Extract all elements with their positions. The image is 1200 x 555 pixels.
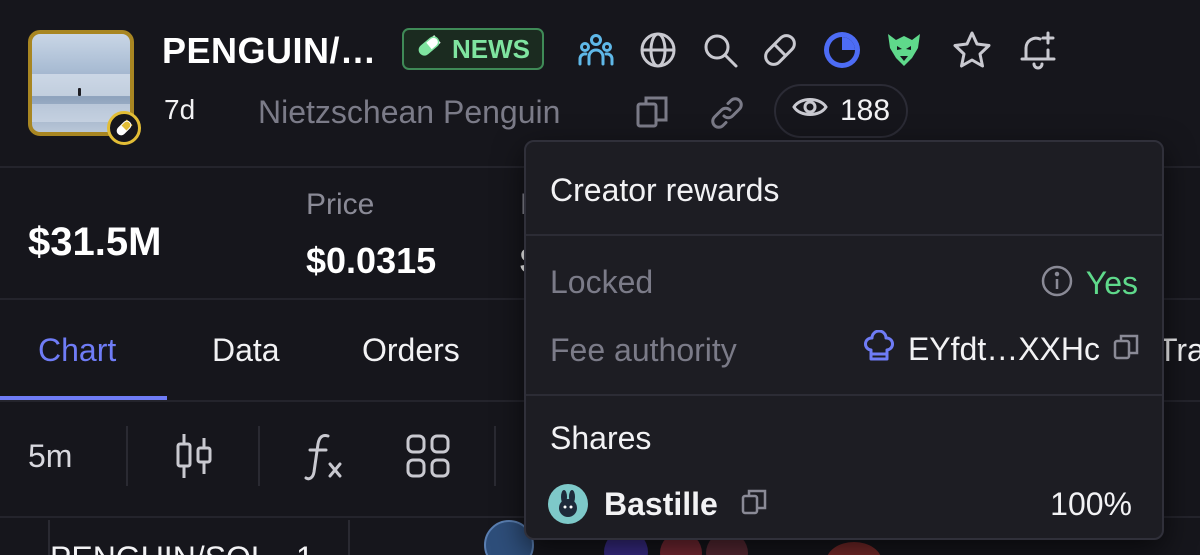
copy-icon[interactable] <box>634 94 670 135</box>
info-icon[interactable] <box>1040 264 1074 303</box>
tab-data[interactable]: Data <box>212 332 280 369</box>
pie-chart-icon[interactable] <box>822 30 862 70</box>
toolbar-separator <box>494 426 496 486</box>
news-badge-label: NEWS <box>452 33 530 64</box>
locked-value: Yes <box>1040 264 1138 303</box>
timeframe-selector[interactable]: 5m <box>28 438 72 475</box>
toolbar-separator <box>258 426 260 486</box>
eye-icon <box>792 94 828 128</box>
fee-authority-address[interactable]: EYfdt…XXHc <box>908 331 1100 368</box>
market-cap-value: $31.5M <box>28 220 162 264</box>
views-count: 188 <box>840 94 891 127</box>
share-row: Bastille 100% <box>548 482 1144 526</box>
popover-divider <box>526 394 1162 396</box>
creator-name[interactable]: Nietzschean Penguin <box>258 94 560 131</box>
share-holder-name: Bastille <box>604 485 718 522</box>
pill-link-icon[interactable] <box>760 30 800 70</box>
tab-trades[interactable]: Tra <box>1158 332 1200 369</box>
pill-icon <box>416 33 442 66</box>
layout-grid-icon[interactable] <box>404 430 452 482</box>
popover-divider <box>526 234 1162 236</box>
holders-icon[interactable] <box>576 30 616 70</box>
globe-icon[interactable] <box>638 30 678 70</box>
shares-label: Shares <box>550 420 652 456</box>
share-percent: 100% <box>1050 485 1132 522</box>
tab-orders[interactable]: Orders <box>362 332 460 369</box>
copy-icon[interactable] <box>740 488 768 521</box>
star-icon[interactable] <box>952 30 992 70</box>
toolbar-separator <box>126 426 128 486</box>
chart-pair-title: PENGUIN/SOL · 1 · · · · <box>50 540 392 555</box>
locked-status: Yes <box>1085 265 1138 301</box>
avatar <box>826 542 882 555</box>
tab-chart[interactable]: Chart <box>38 332 116 369</box>
bunny-avatar <box>548 484 588 524</box>
search-icon[interactable] <box>700 30 740 70</box>
token-ticker: PENGUIN/… <box>162 30 377 71</box>
pill-badge-icon <box>107 111 141 145</box>
fee-authority-value: EYfdt…XXHc <box>862 329 1140 369</box>
news-badge[interactable]: NEWS <box>402 28 544 70</box>
link-icon[interactable] <box>708 94 746 137</box>
copy-icon[interactable] <box>1112 333 1140 366</box>
indicators-icon[interactable] <box>300 430 348 482</box>
eagle-icon[interactable] <box>884 30 924 70</box>
creator-rewards-popover: Creator rewards Locked Yes Fee authority… <box>524 140 1164 540</box>
views-counter: 188 <box>774 84 909 138</box>
price-label: Price <box>306 188 375 221</box>
fee-authority-label: Fee authority <box>550 332 737 368</box>
candlestick-icon[interactable] <box>170 430 218 482</box>
bell-plus-icon[interactable] <box>1018 30 1058 70</box>
token-age: 7d <box>164 94 196 125</box>
popover-title: Creator rewards <box>550 172 780 208</box>
chef-hat-icon <box>862 329 896 369</box>
locked-label: Locked <box>550 264 654 300</box>
price-value: $0.0315 <box>306 240 437 281</box>
